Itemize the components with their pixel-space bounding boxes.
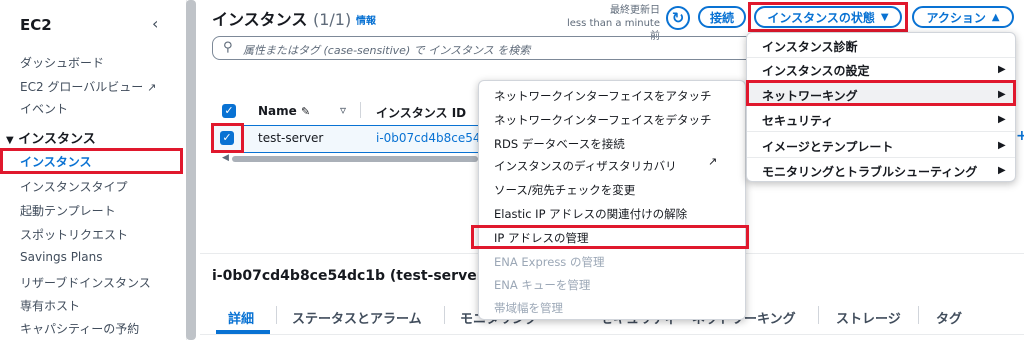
menu-item-instance-diagnostics[interactable]: インスタンス診断 (762, 38, 858, 55)
menu-item-bandwidth: 帯域幅を管理 (494, 301, 563, 315)
page-title: インスタンス (1/1) (212, 6, 351, 30)
connect-button[interactable]: 接続 (698, 6, 746, 28)
row-checkbox[interactable]: ✓ (220, 131, 234, 145)
menu-item-images-templates[interactable]: イメージとテンプレート (762, 138, 893, 155)
caret-right-icon: ▶ (998, 114, 1006, 125)
sidebar-item-launch-templates[interactable]: 起動テンプレート (20, 202, 116, 219)
sidebar-item-global-view[interactable]: EC2 グローバルビュー ↗ (20, 78, 156, 95)
tab-divider (444, 306, 445, 324)
sidebar-section-instances[interactable]: ▼ インスタンス (6, 128, 96, 147)
sidebar-item-instances[interactable]: インスタンス (0, 148, 183, 174)
actions-button[interactable]: アクション ▲ (912, 6, 1014, 28)
sidebar-item-capacity-reservations[interactable]: キャパシティーの予約 (20, 320, 139, 337)
menu-item-ena-queues: ENA キューを管理 (494, 278, 591, 292)
external-link-icon: ↗ (708, 155, 718, 168)
caret-up-icon: ▲ (991, 11, 1000, 23)
scroll-left-icon[interactable]: ◀ (222, 153, 229, 163)
search-icon: ⚲ (223, 40, 233, 55)
tab-divider (918, 306, 919, 324)
tab-status-alarms[interactable]: ステータスとアラーム (292, 308, 422, 327)
search-placeholder: 属性またはタグ (case-sensitive) で インスタンス を検索 (243, 44, 531, 57)
instance-state-button[interactable]: インスタンスの状態 ▼ (754, 6, 902, 28)
caret-down-icon: ▼ (6, 135, 14, 146)
actions-label: アクション (926, 10, 986, 25)
sidebar-item-label: EC2 グローバルビュー (20, 80, 144, 94)
column-header-instance-id[interactable]: インスタンス ID (376, 104, 466, 121)
tab-storage[interactable]: ストレージ (836, 308, 901, 327)
tab-details[interactable]: 詳細 (228, 308, 254, 327)
menu-divider (747, 57, 1015, 58)
menu-item-manage-ip[interactable]: IP アドレスの管理 (494, 230, 588, 246)
row-name-cell: test-server (258, 131, 324, 145)
menu-item-networking[interactable]: ネットワーキング (762, 87, 858, 104)
sidebar-item-instance-types[interactable]: インスタンスタイプ (20, 178, 128, 195)
tab-tags[interactable]: タグ (936, 308, 962, 327)
menu-item-ena-express: ENA Express の管理 (494, 255, 605, 269)
instance-count: (1/1) (312, 10, 352, 29)
column-header-label: Name (258, 104, 297, 118)
pencil-icon: ✎ (300, 105, 311, 118)
row-instance-id-link[interactable]: i-0b07cd4b8ce54d (376, 131, 488, 145)
last-updated-label: 最終更新日 (610, 5, 660, 16)
caret-down-icon: ▼ (880, 11, 889, 23)
sidebar-item-label: インスタンス (20, 155, 92, 169)
menu-item-disassociate-eip[interactable]: Elastic IP アドレスの関連付けの解除 (494, 206, 687, 222)
search-input[interactable]: ⚲ 属性またはタグ (case-sensitive) で インスタンス を検索 (212, 36, 772, 60)
sidebar-scrollbar[interactable] (186, 0, 196, 340)
tab-divider (276, 306, 277, 324)
menu-item-connect-rds[interactable]: RDS データベースを接続 (494, 136, 625, 152)
menu-item-instance-settings[interactable]: インスタンスの設定 (762, 62, 870, 79)
menu-item-detach-eni[interactable]: ネットワークインターフェイスをデタッチ (494, 112, 711, 128)
menu-item-disaster-recovery[interactable]: インスタンスのディザスタリカバリ (494, 158, 677, 174)
caret-right-icon: ▶ (998, 64, 1006, 75)
refresh-button[interactable]: ↻ (666, 6, 690, 30)
tabs-baseline (200, 334, 1024, 335)
select-all-checkbox[interactable]: ✓ (222, 104, 236, 118)
sidebar-item-dashboard[interactable]: ダッシュボード (20, 54, 104, 71)
refresh-icon: ↻ (671, 9, 685, 27)
page-title-text: インスタンス (212, 10, 308, 29)
menu-item-security[interactable]: セキュリティ (762, 112, 833, 129)
menu-item-attach-eni[interactable]: ネットワークインターフェイスをアタッチ (494, 88, 711, 104)
menu-divider (747, 131, 1015, 132)
instance-state-label: インスタンスの状態 (767, 10, 875, 25)
column-header-name[interactable]: Name ✎ (258, 104, 310, 118)
chevron-left-icon[interactable]: ‹ (152, 14, 158, 33)
sidebar-title: EC2 (20, 16, 52, 34)
sort-down-icon[interactable]: ▿ (340, 103, 346, 117)
column-divider (360, 102, 361, 118)
caret-right-icon: ▶ (998, 140, 1006, 151)
info-link[interactable]: 情報 (356, 12, 376, 27)
caret-right-icon: ▶ (998, 165, 1006, 176)
tab-divider (818, 306, 819, 324)
caret-right-icon: ▶ (998, 89, 1006, 100)
menu-divider (747, 157, 1015, 158)
sidebar-item-spot-requests[interactable]: スポットリクエスト (20, 226, 128, 243)
plus-icon[interactable]: + (1016, 128, 1024, 144)
sidebar-item-dedicated-hosts[interactable]: 専有ホスト (20, 297, 80, 314)
details-title: i-0b07cd4b8ce54dc1b (test-server) (212, 268, 490, 284)
horizontal-scrollbar[interactable] (232, 156, 478, 162)
menu-item-monitoring-troubleshooting[interactable]: モニタリングとトラブルシューティング (762, 163, 977, 180)
sidebar-item-events[interactable]: イベント (20, 100, 68, 117)
external-link-icon: ↗ (147, 81, 157, 94)
sidebar-item-savings-plans[interactable]: Savings Plans (20, 250, 102, 264)
sidebar-section-label: インスタンス (18, 132, 96, 147)
sidebar-item-reserved-instances[interactable]: リザーブドインスタンス (20, 274, 151, 291)
menu-item-source-dest-check[interactable]: ソース/宛先チェックを変更 (494, 182, 635, 198)
